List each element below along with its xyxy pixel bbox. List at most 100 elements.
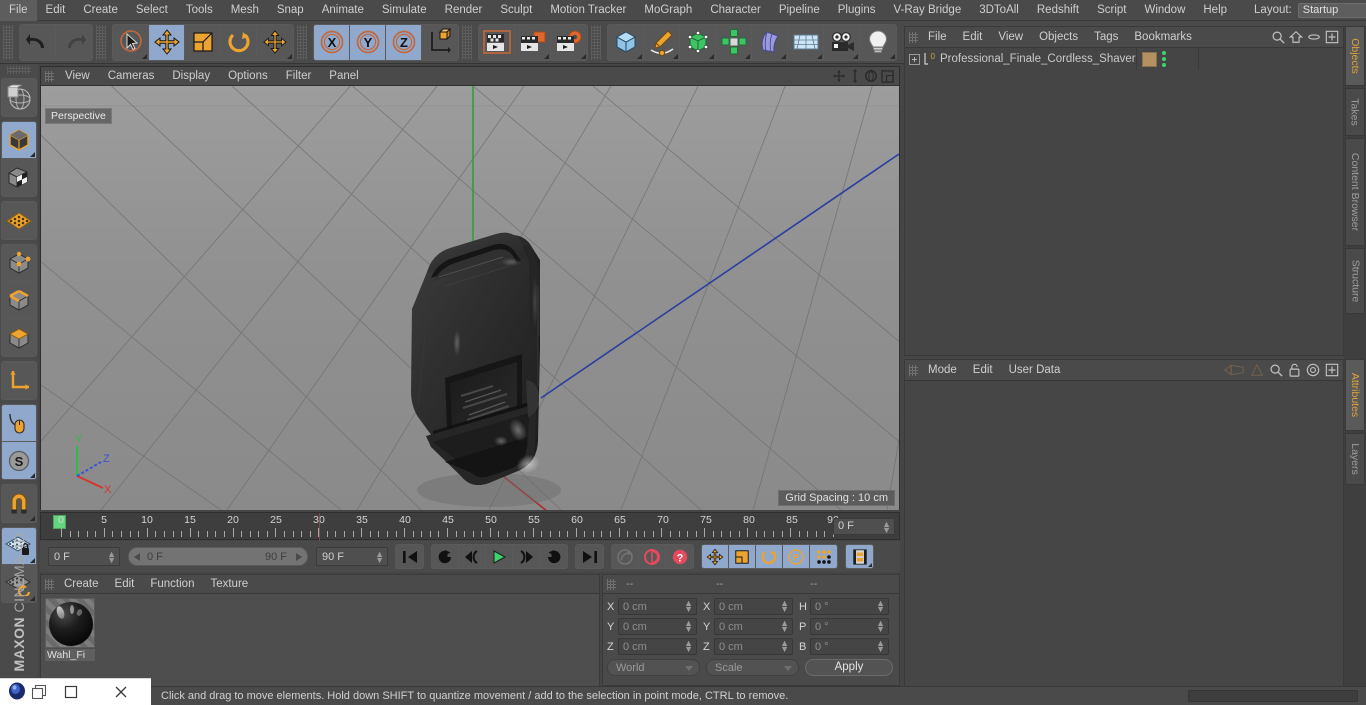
menu-item-mesh[interactable]: Mesh: [222, 0, 268, 21]
back-history-icon[interactable]: [1223, 363, 1245, 377]
edges-mode-icon[interactable]: [2, 282, 36, 319]
stepper-icon[interactable]: ▲ ▼: [684, 639, 693, 654]
loop-icon[interactable]: [540, 545, 567, 568]
soft-selection-icon[interactable]: S: [2, 442, 36, 479]
menu-item-help[interactable]: Help: [1194, 0, 1236, 21]
x-axis-icon[interactable]: X: [314, 24, 350, 60]
stepper-icon[interactable]: ▲ ▼: [780, 599, 789, 614]
object-axis-icon[interactable]: [2, 362, 36, 399]
render-to-picture-viewer-icon[interactable]: [515, 24, 551, 60]
move-icon[interactable]: [149, 24, 185, 60]
maximize-viewport-icon[interactable]: [881, 69, 894, 83]
redo-icon[interactable]: [56, 24, 92, 60]
play-reverse-loop-icon[interactable]: [432, 545, 459, 568]
timeline-playhead[interactable]: [319, 513, 320, 541]
menu-item-simulate[interactable]: Simulate: [373, 0, 436, 21]
timeline-scale[interactable]: 0 5 10 15 20 25 30 35 40 45 50 55 60 65 …: [53, 513, 899, 541]
pos-z-input[interactable]: 0 cm ▲ ▼: [618, 638, 697, 655]
viewport-menu-view[interactable]: View: [56, 67, 99, 86]
menu-item-select[interactable]: Select: [127, 0, 177, 21]
menu-item-mograph[interactable]: MoGraph: [635, 0, 701, 21]
object-menu-file[interactable]: File: [920, 27, 955, 48]
stepper-icon[interactable]: ▲ ▼: [876, 639, 885, 654]
visible-editor-dot[interactable]: [1162, 51, 1167, 55]
generator-icon[interactable]: [680, 24, 716, 60]
keyframe-selection-icon[interactable]: ?: [666, 545, 693, 568]
table-row[interactable]: 0 Professional_Finale_Cordless_Shaver: [905, 48, 1136, 70]
stepper-icon[interactable]: ▲ ▼: [684, 599, 693, 614]
layout-dropdown[interactable]: Startup: [1297, 2, 1366, 18]
scene-floor-icon[interactable]: [788, 24, 824, 60]
rotation-key-icon[interactable]: [756, 545, 783, 568]
size-z-input[interactable]: 0 cm ▲ ▼: [714, 638, 793, 655]
coordinate-space-dropdown[interactable]: World: [607, 659, 700, 676]
undo-icon[interactable]: [20, 24, 56, 60]
apply-button[interactable]: Apply: [805, 659, 893, 676]
z-axis-icon[interactable]: Z: [386, 24, 422, 60]
spline-pen-icon[interactable]: [644, 24, 680, 60]
play-forward-icon[interactable]: [486, 545, 513, 568]
viewport-3d-scene[interactable]: Perspective Y X Z Grid Spacing : 10 cm: [41, 86, 899, 510]
render-settings-icon[interactable]: [551, 24, 587, 60]
toolbar-grip[interactable]: [96, 24, 106, 60]
stepper-icon[interactable]: ▲ ▼: [882, 520, 891, 535]
preview-range-slider[interactable]: 0 F 90 F: [128, 547, 308, 566]
menu-item-vray-bridge[interactable]: V-Ray Bridge: [884, 0, 970, 21]
menu-item-render[interactable]: Render: [436, 0, 492, 21]
tab-content-browser[interactable]: Content Browser: [1345, 138, 1365, 246]
object-manager-grip[interactable]: [909, 31, 918, 43]
parameter-key-icon[interactable]: P: [783, 545, 810, 568]
target-icon[interactable]: [1306, 363, 1320, 377]
left-toolbar-grip[interactable]: [7, 66, 31, 74]
stepper-icon[interactable]: ▲ ▼: [780, 639, 789, 654]
windows-logo-icon[interactable]: [0, 682, 46, 702]
magnet-icon[interactable]: [2, 485, 36, 522]
attribute-manager-grip[interactable]: [909, 364, 918, 376]
menu-item-file[interactable]: File: [0, 0, 37, 21]
expand-toggle-icon[interactable]: [909, 53, 920, 65]
stepper-icon[interactable]: ▲ ▼: [684, 619, 693, 634]
viewport-menu-grip[interactable]: [45, 70, 54, 82]
tab-attributes[interactable]: Attributes: [1345, 359, 1365, 431]
visible-render-dot[interactable]: [1162, 57, 1167, 61]
material-menu-create[interactable]: Create: [56, 575, 107, 594]
material-menu-grip[interactable]: [45, 578, 54, 590]
camera-icon[interactable]: [824, 24, 860, 60]
step-back-icon[interactable]: [459, 545, 486, 568]
pan-view-icon[interactable]: [832, 69, 846, 83]
points-mode-icon[interactable]: [2, 245, 36, 282]
menu-item-create[interactable]: Create: [74, 0, 127, 21]
object-menu-bookmarks[interactable]: Bookmarks: [1126, 27, 1200, 48]
object-menu-view[interactable]: View: [990, 27, 1031, 48]
toolbar-grip[interactable]: [297, 24, 307, 60]
texture-mode-icon[interactable]: [2, 159, 36, 196]
new-layer-icon[interactable]: [1325, 30, 1339, 44]
ellipse-icon[interactable]: [1307, 30, 1321, 44]
toolbar-grip[interactable]: [591, 24, 601, 60]
deformer-icon[interactable]: [752, 24, 788, 60]
pos-y-input[interactable]: 0 cm ▲ ▼: [618, 618, 697, 635]
timeline-frame-field[interactable]: 0 F ▲ ▼: [833, 518, 895, 535]
close-window-icon[interactable]: [96, 679, 146, 705]
menu-item-snap[interactable]: Snap: [268, 0, 313, 21]
new-group-icon[interactable]: [1325, 363, 1339, 377]
stepper-icon[interactable]: ▲ ▼: [876, 599, 885, 614]
go-to-start-icon[interactable]: [396, 545, 423, 568]
viewport-menu-options[interactable]: Options: [219, 67, 277, 86]
lock-icon[interactable]: [1288, 363, 1301, 377]
uv-polygons-icon[interactable]: [2, 202, 36, 239]
stepper-icon[interactable]: ▲ ▼: [876, 619, 885, 634]
y-axis-icon[interactable]: Y: [350, 24, 386, 60]
light-icon[interactable]: [860, 24, 896, 60]
viewport-menu-display[interactable]: Display: [163, 67, 219, 86]
object-tree[interactable]: 0 Professional_Finale_Cordless_Shaver: [905, 48, 1136, 70]
live-selection-icon[interactable]: [113, 24, 149, 60]
toolbar-grip[interactable]: [462, 24, 472, 60]
viewport-menu-panel[interactable]: Panel: [320, 67, 367, 86]
scale-key-icon[interactable]: [729, 545, 756, 568]
menu-item-motion-tracker[interactable]: Motion Tracker: [541, 0, 635, 21]
scale-icon[interactable]: [185, 24, 221, 60]
menu-item-edit[interactable]: Edit: [37, 0, 75, 21]
menu-item-3dtoall[interactable]: 3DToAll: [970, 0, 1028, 21]
coordinate-mode-dropdown[interactable]: Scale: [706, 659, 799, 676]
